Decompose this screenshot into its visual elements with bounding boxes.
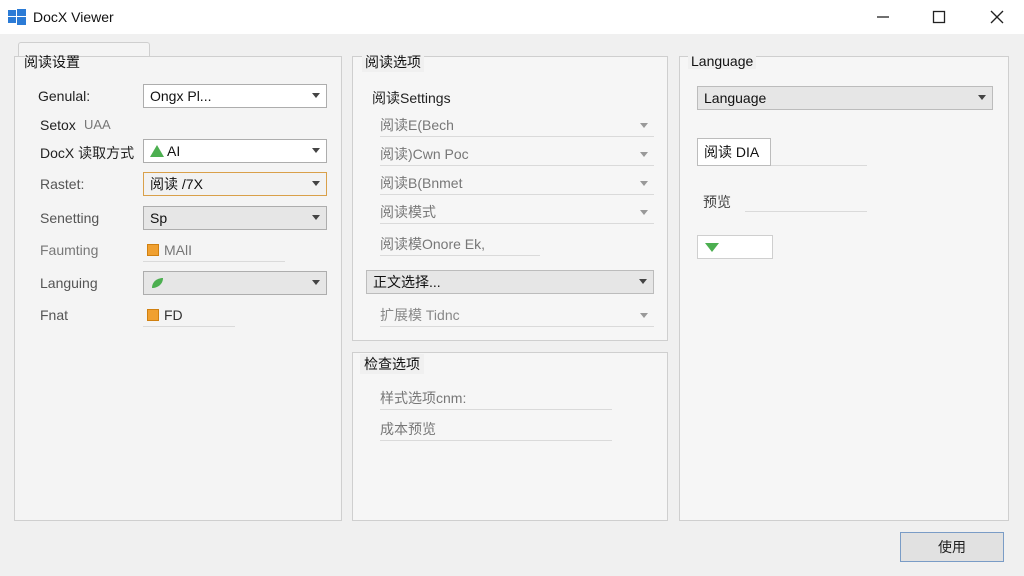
right-field-value: 阅读 DIA [704, 144, 760, 160]
right-label-underline [745, 188, 867, 212]
chevron-down-icon [312, 93, 320, 98]
bottom-middle-panel-title: 检查选项 [360, 354, 424, 374]
left-row-label-6: Languing [40, 275, 98, 291]
bottom-middle-row-value-1: 成本预览 [380, 420, 436, 437]
left-row-field-7[interactable]: FD [143, 303, 235, 327]
left-row-combo-3[interactable]: 阅读 /7X [143, 172, 327, 196]
green-triangle-down-icon [705, 243, 719, 252]
middle-row-3[interactable]: 阅读模式 [380, 200, 654, 224]
chevron-down-icon [640, 181, 648, 186]
left-row-label-0: Genulal: [38, 88, 91, 104]
middle-row-6[interactable]: 扩展模 Tidnc [380, 303, 654, 327]
window-title: DocX Viewer [33, 9, 114, 25]
chevron-down-icon [640, 152, 648, 157]
left-row-label-2: DocX 读取方式 [40, 145, 135, 161]
middle-row-1[interactable]: 阅读)Cwn Poc [380, 142, 654, 166]
app-windows-icon [8, 9, 26, 25]
left-panel-title: 阅读设置 [24, 54, 80, 70]
green-leaf-icon [152, 278, 163, 288]
minimize-button[interactable] [860, 0, 906, 34]
left-row-value-0: Ongx Pl... [150, 88, 212, 104]
green-check-icon [150, 145, 164, 157]
left-row-label-3: Rastet: [40, 176, 85, 192]
chevron-down-icon [640, 210, 648, 215]
right-field-underline [771, 142, 867, 166]
left-row-combo-2[interactable]: AI [143, 139, 327, 163]
middle-row-4[interactable]: 阅读模Onore Ek, [380, 232, 540, 256]
middle-row-value-6: 扩展模 Tidnc [380, 306, 460, 323]
left-row-field-5[interactable]: MAlI [143, 238, 285, 262]
chevron-down-icon [640, 313, 648, 318]
middle-panel-subtitle: 阅读Settings [372, 90, 451, 106]
middle-row-value-0: 阅读E(Bech [380, 116, 454, 133]
middle-row-value-2: 阅读B(Bnmet [380, 174, 463, 191]
close-button[interactable] [974, 0, 1020, 34]
bottom-middle-row-0[interactable]: 样式选项cnm: [380, 386, 612, 410]
left-row-combo-0[interactable]: Ongx Pl... [143, 84, 327, 108]
chevron-down-icon [639, 279, 647, 284]
bottom-middle-row-value-0: 样式选项cnm: [380, 389, 467, 406]
right-field[interactable]: 阅读 DIA [697, 138, 771, 166]
language-select-value: Language [704, 90, 767, 106]
left-row-value-3: 阅读 /7X [150, 176, 203, 192]
minimize-icon [877, 16, 889, 18]
maximize-button[interactable] [916, 0, 962, 34]
chevron-down-icon [978, 95, 986, 100]
orange-square-icon [147, 308, 159, 321]
orange-square-icon [147, 243, 159, 256]
left-row-label-4: Senetting [40, 210, 100, 226]
apply-button[interactable]: 使用 [900, 532, 1004, 562]
language-select[interactable]: Language [697, 86, 993, 110]
middle-row-0[interactable]: 阅读E(Bech [380, 113, 654, 137]
middle-row-value-1: 阅读)Cwn Poc [380, 145, 469, 162]
right-panel-title: Language [688, 53, 757, 69]
left-row-label-5: Faumting [40, 242, 99, 258]
title-bar: DocX Viewer [0, 0, 1024, 34]
chevron-down-icon [312, 181, 320, 186]
chevron-down-icon [312, 215, 320, 220]
middle-row-value-4: 阅读模Onore Ek, [380, 235, 486, 252]
left-row-value-1: UAA [84, 117, 111, 132]
left-row-combo-4[interactable]: Sp [143, 206, 327, 230]
chevron-down-icon [640, 123, 648, 128]
left-row-value-4: Sp [150, 210, 168, 226]
left-row-value-2: AI [167, 143, 181, 159]
left-row-value-7: FD [164, 306, 183, 323]
middle-row-5[interactable]: 正文选择... [366, 270, 654, 294]
middle-row-value-5: 正文选择... [373, 274, 441, 290]
bottom-middle-row-1[interactable]: 成本预览 [380, 417, 612, 441]
maximize-icon [932, 10, 946, 24]
right-dropdown-toggle[interactable] [697, 235, 773, 259]
chevron-down-icon [312, 148, 320, 153]
left-row-value-5: MAlI [164, 241, 192, 258]
left-row-label-7: Fnat [40, 307, 69, 323]
left-row-label-1: Setox [40, 117, 76, 133]
language-panel [679, 56, 1009, 521]
right-panel-label: 预览 [703, 194, 731, 210]
middle-row-2[interactable]: 阅读B(Bnmet [380, 171, 654, 195]
middle-row-value-3: 阅读模式 [380, 203, 436, 220]
left-row-combo-6[interactable] [143, 271, 327, 295]
chevron-down-icon [312, 280, 320, 285]
apply-button-label: 使用 [938, 539, 966, 555]
close-icon [990, 10, 1004, 24]
middle-panel-title: 阅读选项 [362, 52, 424, 72]
